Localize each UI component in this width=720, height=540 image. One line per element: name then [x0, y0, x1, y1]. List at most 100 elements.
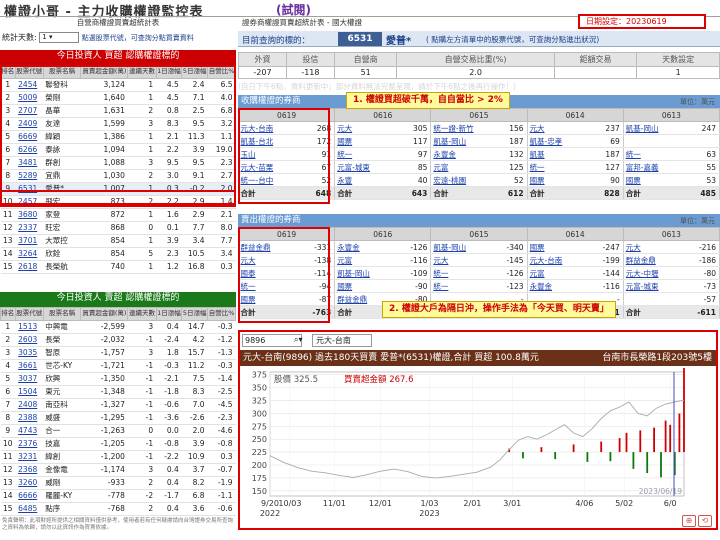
broker-link[interactable]: 統一	[430, 279, 491, 293]
broker-link[interactable]: 元富	[430, 160, 491, 174]
broker-link[interactable]: 元富-城東	[334, 160, 395, 174]
zoom-in-icon[interactable]: ⊕	[682, 515, 696, 527]
broker-link[interactable]: 凱基-岡山	[334, 266, 395, 280]
cell: 15	[0, 502, 16, 516]
stock-code-link[interactable]: 2376	[15, 437, 44, 451]
broker-link[interactable]: 群益金鼎	[623, 253, 684, 267]
broker-link[interactable]: 統一	[623, 147, 684, 161]
broker-link[interactable]: 國票	[527, 240, 588, 254]
stock-code-link[interactable]: 3264	[15, 247, 44, 261]
broker-link[interactable]: 元大	[527, 121, 588, 135]
callout-1: 1. 權證買超破千萬，自自當比 > 2%	[346, 92, 510, 109]
stock-code-link[interactable]: 2408	[15, 398, 44, 412]
stock-code-link[interactable]: 1504	[15, 385, 44, 399]
date-setting-box[interactable]: 日期設定：20230619	[578, 14, 706, 29]
broker-link[interactable]: 永豐	[334, 173, 395, 187]
stock-code-link[interactable]: 1513	[15, 320, 44, 334]
stat-controls: 統計天數: 1 ▾ 點選股票代號，可查詢分點買賣資料	[0, 31, 236, 45]
inst-header-2: 自營商	[333, 51, 398, 68]
amount-bar	[609, 452, 612, 462]
search-icon[interactable]: ⌕▾	[294, 335, 303, 345]
stock-code-link[interactable]: 2603	[15, 333, 44, 347]
sell-grid-title-bar: 賣出權證的券商	[238, 214, 720, 227]
stock-code-link[interactable]: 6666	[15, 489, 44, 503]
query-code[interactable]: 6531	[338, 32, 382, 46]
amount-bar	[678, 413, 681, 453]
broker-link[interactable]: 元大-台南	[527, 253, 588, 267]
table-row: 6 1504 東元 -1,348 -1 -1.8 8.3 -2.5	[0, 385, 236, 399]
broker-link[interactable]: 永豐金	[527, 279, 588, 293]
broker-link[interactable]: 宏遠-桃園	[430, 173, 491, 187]
broker-amount: -247	[587, 240, 624, 254]
stock-code-link[interactable]: 2388	[15, 411, 44, 425]
broker-link[interactable]: 凱基-岡山	[430, 240, 491, 254]
broker-link[interactable]: 元富	[527, 266, 588, 280]
sell-table-heading-bar: 今日投資人 賣超 認購權證標的	[0, 292, 236, 307]
stock-code-link[interactable]: 3661	[15, 359, 44, 373]
broker-link[interactable]: 永豐金	[430, 147, 491, 161]
stock-code-link[interactable]: 3260	[15, 476, 44, 490]
cell: -1,350	[80, 372, 128, 386]
broker-link[interactable]: 國票	[527, 173, 588, 187]
broker-link[interactable]: 統一	[527, 160, 588, 174]
stock-name: 智原	[43, 346, 81, 360]
cell: 1	[0, 320, 16, 334]
broker-link[interactable]: 永豐金	[334, 240, 395, 254]
stock-code-link[interactable]: 2618	[15, 260, 44, 274]
amount-bar	[632, 452, 635, 469]
broker-link[interactable]: 元大	[334, 121, 395, 135]
broker-link[interactable]: 國票	[623, 173, 684, 187]
broker-link[interactable]: 元大	[623, 240, 684, 254]
broker-link[interactable]: 統一	[334, 147, 395, 161]
stock-code-link[interactable]: 3231	[15, 450, 44, 464]
cell: 854	[80, 234, 128, 248]
cell: 3	[0, 346, 16, 360]
cell: 14	[0, 247, 16, 261]
stock-name: 羅麗-KY	[43, 489, 81, 503]
cell: 10	[0, 437, 16, 451]
cell: -4.5	[207, 398, 236, 412]
broker-amount: -116	[587, 279, 624, 293]
stat-days-select[interactable]: 1 ▾	[39, 32, 80, 43]
broker-name-box[interactable]: 元大-台南	[312, 334, 372, 347]
table-row: 13 3701 大眾控 854 1 3.9 3.4 7.7	[0, 234, 236, 248]
broker-link[interactable]: 元大-中壢	[623, 266, 684, 280]
cell: 854	[80, 247, 128, 261]
broker-link[interactable]: 統一證-新竹	[430, 121, 491, 135]
cell: -0.7	[207, 463, 236, 477]
stock-code-link[interactable]: 3035	[15, 346, 44, 360]
broker-link[interactable]: 統一	[430, 266, 491, 280]
stock-code-link[interactable]: 3680	[15, 208, 44, 222]
broker-link[interactable]: 國票	[334, 279, 395, 293]
cell: 1	[127, 234, 157, 248]
broker-amount: 117	[394, 134, 432, 148]
col-header: 買賣超金額(萬)	[80, 307, 129, 321]
stock-code-link[interactable]: 2368	[15, 463, 44, 477]
zoom-reset-icon[interactable]: ⟲	[698, 515, 712, 527]
broker-amount: 125	[491, 160, 528, 174]
cell: 0.3	[207, 260, 236, 274]
broker-link[interactable]: 國票	[334, 134, 395, 148]
cell: -2.1	[156, 372, 182, 386]
stock-code-link[interactable]: 2337	[15, 221, 44, 235]
broker-link[interactable]: 元富-城東	[623, 279, 684, 293]
broker-link[interactable]: 凱基-忠孝	[527, 134, 588, 148]
grid-date: 0616	[334, 108, 432, 122]
broker-link[interactable]: 富邦-嘉義	[623, 160, 684, 174]
broker-link[interactable]: 凱基-岡山	[623, 121, 684, 135]
broker-link[interactable]: 元大	[430, 253, 491, 267]
broker-link[interactable]: 元富	[334, 253, 395, 267]
broker-link[interactable]: 凱基-岡山	[430, 134, 491, 148]
plot-area	[269, 371, 685, 497]
stock-code-link[interactable]: 4743	[15, 424, 44, 438]
cell: 10.9	[181, 450, 208, 464]
broker-search-input[interactable]: 9896	[242, 334, 302, 347]
cell: 1.2	[156, 260, 182, 274]
col-header: 1日漲幅	[155, 307, 183, 321]
broker-link[interactable]: 凱基	[527, 147, 588, 161]
stock-code-link[interactable]: 3701	[15, 234, 44, 248]
broker-amount: -126	[491, 266, 528, 280]
stock-code-link[interactable]: 3037	[15, 372, 44, 386]
stock-code-link[interactable]: 6485	[15, 502, 44, 516]
col-header: 連續天數	[127, 307, 157, 321]
